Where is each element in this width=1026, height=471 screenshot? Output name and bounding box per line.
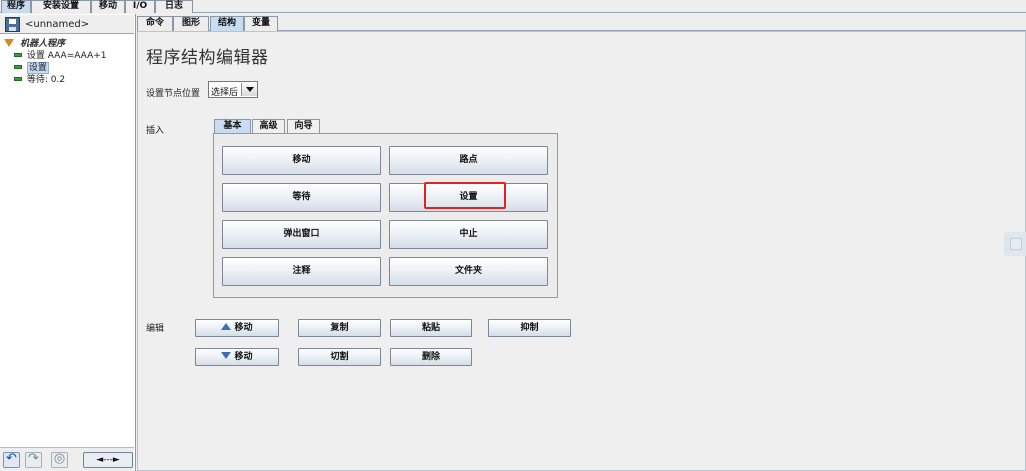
tree-item-label: 等待: 0.2: [26, 75, 66, 85]
tab-graphics[interactable]: 图形: [173, 16, 209, 31]
insert-comment-button[interactable]: 注释: [222, 257, 381, 286]
delete-button[interactable]: 删除: [390, 348, 472, 366]
insert-wait-button[interactable]: 等待: [222, 183, 381, 212]
insert-label: 插入: [146, 126, 165, 136]
chevron-down-icon[interactable]: [241, 83, 257, 96]
move-down-label: 移动: [234, 352, 253, 362]
tab-move[interactable]: 移动: [91, 0, 125, 13]
position-select-value: 选择后: [211, 88, 239, 98]
insert-move-button[interactable]: 移动: [222, 146, 381, 175]
set-node-icon: [14, 65, 22, 69]
file-row: <unnamed>: [0, 15, 134, 34]
copy-button[interactable]: 复制: [298, 319, 381, 337]
triangle-icon: [4, 39, 14, 47]
tab-basic[interactable]: 基本: [214, 119, 251, 133]
collapse-side-panel-button[interactable]: [1004, 232, 1026, 256]
tree-item-set-selected[interactable]: 设置: [14, 60, 49, 74]
tab-command[interactable]: 命令: [137, 16, 173, 31]
tab-io[interactable]: I/O: [125, 0, 155, 13]
main-panel: 命令 图形 结构 变量 程序结构编辑器 设置节点位置 选择后 插入 基本 高级 …: [137, 14, 1026, 471]
clear-icon[interactable]: ◎: [51, 452, 68, 468]
command-tabs: 命令 图形 结构 变量: [137, 16, 1026, 31]
page-title: 程序结构编辑器: [146, 48, 269, 68]
arrow-down-icon: [221, 352, 232, 359]
set-button-highlight: [424, 182, 506, 209]
step-navigation-button[interactable]: ◄---►: [83, 452, 133, 468]
wait-node-icon: [14, 77, 22, 81]
tab-variables[interactable]: 变量: [244, 16, 278, 31]
tree-navigation-bar: ↶ ↷ ◎ ◄---►: [0, 447, 134, 471]
tab-program[interactable]: 程序: [1, 0, 31, 13]
edit-label: 编辑: [146, 324, 165, 334]
undo-button[interactable]: ↶: [3, 452, 20, 468]
position-select[interactable]: 选择后: [208, 81, 258, 98]
insert-halt-button[interactable]: 中止: [389, 220, 548, 249]
insert-popup-button[interactable]: 弹出窗口: [222, 220, 381, 249]
arrow-up-icon: [221, 323, 232, 330]
insert-waypoint-button[interactable]: 路点: [389, 146, 548, 175]
set-node-icon: [14, 53, 22, 57]
save-icon[interactable]: [5, 17, 20, 32]
redo-button[interactable]: ↷: [25, 452, 42, 468]
tree-item-wait[interactable]: 等待: 0.2: [14, 72, 66, 85]
tab-wizard[interactable]: 向导: [287, 119, 320, 133]
tab-structure[interactable]: 结构: [210, 16, 244, 31]
suppress-button[interactable]: 抑制: [488, 319, 571, 337]
file-name: <unnamed>: [25, 19, 90, 30]
tab-log[interactable]: 日志: [155, 0, 193, 13]
program-tree-panel: <unnamed> 机器人程序 设置 AAA=AAA+1 设置 等待: 0.2 …: [0, 14, 136, 471]
move-down-button[interactable]: 移动: [195, 348, 279, 366]
tree-root-robot-program[interactable]: 机器人程序: [4, 36, 65, 49]
insert-folder-button[interactable]: 文件夹: [389, 257, 548, 286]
set-node-position-label: 设置节点位置: [146, 89, 201, 99]
move-up-label: 移动: [234, 323, 253, 333]
move-up-button[interactable]: 移动: [195, 319, 279, 337]
program-tree: 机器人程序 设置 AAA=AAA+1 设置 等待: 0.2: [0, 35, 134, 445]
top-tab-bar: 程序 安装设置 移动 I/O 日志: [0, 0, 1026, 13]
cut-button[interactable]: 切割: [298, 348, 381, 366]
tab-installation[interactable]: 安装设置: [31, 0, 91, 13]
structure-editor: 程序结构编辑器 设置节点位置 选择后 插入 基本 高级 向导 移动 路点 等待 …: [137, 31, 1026, 471]
tab-advanced[interactable]: 高级: [252, 119, 285, 133]
paste-button[interactable]: 粘贴: [390, 319, 472, 337]
tree-item-set-aaa[interactable]: 设置 AAA=AAA+1: [14, 48, 107, 61]
